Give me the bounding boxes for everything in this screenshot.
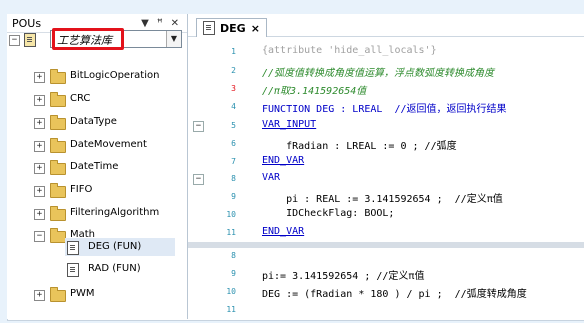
dropdown-arrow-icon[interactable]: ▼ — [166, 31, 181, 47]
expand-icon[interactable]: + — [34, 186, 45, 197]
tab-deg[interactable]: DEG × — [196, 18, 267, 37]
line-number: 11 — [226, 305, 236, 314]
folder-icon — [50, 92, 66, 107]
collapse-icon[interactable]: − — [34, 231, 45, 242]
expand-icon[interactable]: + — [34, 141, 45, 152]
line-number: 8 — [231, 174, 236, 183]
line-number: 9 — [231, 192, 236, 201]
tree-item-label: DataType — [70, 116, 117, 127]
chevron-down-icon[interactable]: ▼ — [141, 18, 149, 29]
folder-icon — [50, 138, 66, 153]
line-number: 10 — [226, 287, 236, 296]
expand-icon[interactable]: + — [34, 95, 45, 106]
function-doc-icon — [67, 241, 79, 255]
fold-icon[interactable]: − — [193, 121, 204, 132]
expand-icon[interactable]: + — [34, 163, 45, 174]
code-line[interactable]: VAR — [262, 172, 280, 183]
line-number: 2 — [231, 66, 236, 75]
line-number: 5 — [231, 121, 236, 130]
line-number: 6 — [231, 139, 236, 148]
code-line[interactable]: END_VAR — [262, 155, 304, 166]
tree-item-label: CRC — [70, 93, 91, 104]
tree-item-label: DateTime — [70, 161, 119, 172]
function-doc-icon — [67, 263, 79, 277]
function-doc-icon — [203, 21, 215, 35]
code-line[interactable]: pi : REAL := 3.141592654 ; //定义π值 — [262, 190, 503, 205]
collapse-icon[interactable]: − — [9, 35, 20, 46]
library-icon — [24, 33, 36, 47]
code-line[interactable]: END_VAR — [262, 226, 304, 237]
close-icon[interactable]: × — [251, 22, 260, 35]
line-number: 3 — [231, 84, 236, 93]
folder-icon — [50, 69, 66, 84]
code-line[interactable]: {attribute 'hide_all_locals'} — [262, 45, 437, 56]
expand-icon[interactable]: + — [34, 209, 45, 220]
tree-item-label: FilteringAlgorithm — [70, 207, 160, 218]
code-line[interactable]: pi:= 3.141592654 ; //定义π值 — [262, 267, 424, 282]
expand-icon[interactable]: + — [34, 118, 45, 129]
editor-splitter[interactable] — [188, 242, 584, 248]
tree-item-label: FIFO — [70, 184, 93, 195]
code-line[interactable]: IDCheckFlag: BOOL; — [262, 208, 394, 219]
fold-icon[interactable]: − — [193, 174, 204, 185]
folder-icon — [50, 160, 66, 175]
line-number: 1 — [231, 47, 236, 56]
tree-item-label: DateMovement — [70, 139, 147, 150]
folder-icon — [50, 287, 66, 302]
line-number: 8 — [231, 251, 236, 260]
line-number: 4 — [231, 102, 236, 111]
editor-tabbar: DEG × — [188, 14, 584, 37]
tab-title: DEG — [220, 21, 246, 35]
code-line[interactable]: //π取3.141592654值 — [262, 82, 366, 97]
tree-item-label: PWM — [70, 288, 95, 299]
code-line[interactable]: //弧度值转换成角度值运算，浮点数弧度转换成角度 — [262, 64, 494, 79]
tree-item-label: BitLogicOperation — [70, 70, 160, 81]
folder-icon — [50, 183, 66, 198]
pin-icon[interactable]: ꟸ — [157, 18, 163, 29]
code-line[interactable]: FUNCTION DEG : LREAL //返回值，返回执行结果 — [262, 100, 507, 115]
folder-icon — [50, 206, 66, 221]
code-line[interactable]: VAR_INPUT — [262, 119, 316, 130]
line-number: 10 — [226, 210, 236, 219]
code-line[interactable]: fRadian : LREAL := 0 ; //弧度 — [262, 137, 457, 152]
folder-open-icon — [50, 228, 66, 243]
line-number: 7 — [231, 157, 236, 166]
tree-item-label: DEG (FUN) — [88, 241, 142, 252]
highlight-box — [52, 28, 124, 50]
line-number: 11 — [226, 228, 236, 237]
code-line[interactable]: DEG := (fRadian * 180 ) / pi ; //弧度转成角度 — [262, 285, 527, 300]
line-number: 9 — [231, 269, 236, 278]
expand-icon[interactable]: + — [34, 72, 45, 83]
close-icon[interactable]: ✕ — [171, 18, 179, 29]
expand-icon[interactable]: + — [34, 290, 45, 301]
tree-item-label: RAD (FUN) — [88, 263, 141, 274]
folder-icon — [50, 115, 66, 130]
